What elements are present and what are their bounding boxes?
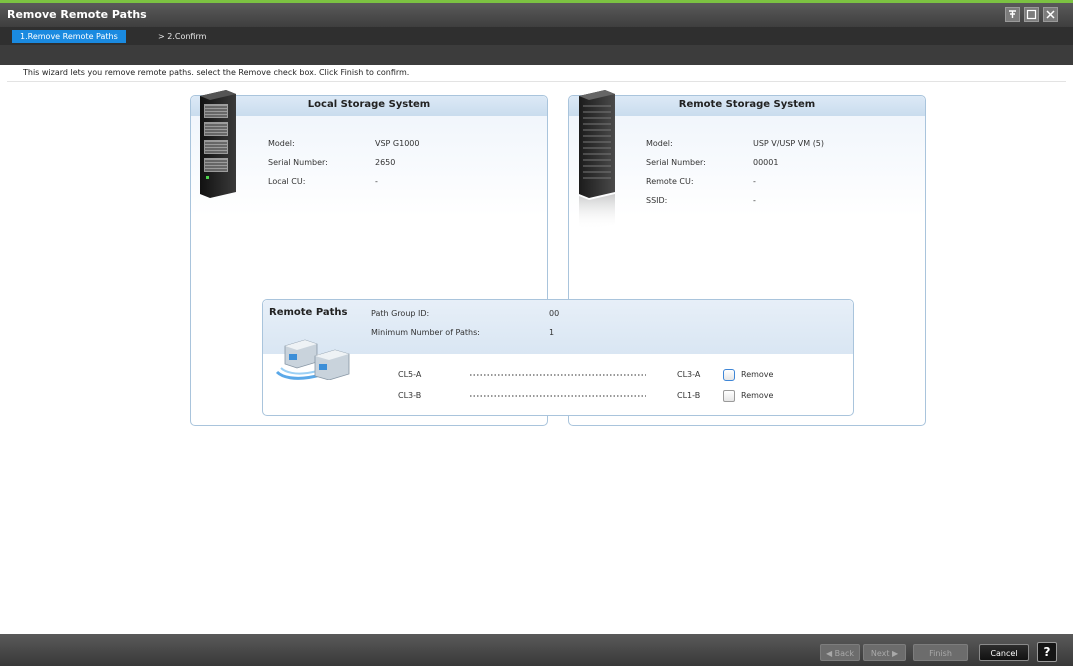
remote-paths-panel: Remote Paths Path Group ID: 00 Minimum N… bbox=[262, 299, 854, 416]
path-1-connector bbox=[470, 374, 646, 376]
maximize-icon[interactable] bbox=[1024, 7, 1039, 22]
remote-cu-value: - bbox=[753, 177, 756, 186]
local-storage-header: Local Storage System bbox=[191, 96, 547, 116]
step-confirm: > 2.Confirm bbox=[158, 32, 207, 41]
path-2-remove-label[interactable]: Remove bbox=[741, 391, 773, 400]
cancel-button[interactable]: Cancel bbox=[979, 644, 1029, 661]
local-model-label: Model: bbox=[268, 139, 295, 148]
step-remove-remote-paths: 1.Remove Remote Paths bbox=[12, 30, 126, 43]
local-storage-title: Local Storage System bbox=[307, 99, 431, 110]
remote-ssid-label: SSID: bbox=[646, 196, 668, 205]
remote-ssid-value: - bbox=[753, 196, 756, 205]
path-2-local-port: CL3-B bbox=[398, 391, 422, 400]
local-cu-value: - bbox=[375, 177, 378, 186]
local-serial-label: Serial Number: bbox=[268, 158, 328, 167]
wizard-steps: 1.Remove Remote Paths > 2.Confirm bbox=[0, 27, 1073, 45]
divider bbox=[7, 81, 1066, 82]
help-button[interactable]: ? bbox=[1037, 642, 1057, 662]
local-serial-value: 2650 bbox=[375, 158, 396, 167]
footer-bar: ◀ Back Next ▶ Finish Cancel ? bbox=[0, 634, 1073, 666]
path-1-remove-checkbox[interactable] bbox=[723, 369, 735, 381]
finish-button[interactable]: Finish bbox=[913, 644, 968, 661]
close-icon[interactable] bbox=[1043, 7, 1058, 22]
local-model-value: VSP G1000 bbox=[375, 139, 420, 148]
path-1-remote-port: CL3-A bbox=[677, 370, 701, 379]
min-paths-value: 1 bbox=[549, 328, 555, 337]
remote-model-value: USP V/USP VM (5) bbox=[753, 139, 825, 148]
path-2-remove-checkbox[interactable] bbox=[723, 390, 735, 402]
remote-model-label: Model: bbox=[646, 139, 673, 148]
remote-paths-title: Remote Paths bbox=[269, 307, 348, 318]
next-button[interactable]: Next ▶ bbox=[863, 644, 906, 661]
remote-serial-label: Serial Number: bbox=[646, 158, 706, 167]
min-paths-label: Minimum Number of Paths: bbox=[371, 328, 480, 337]
title-bar: Remove Remote Paths bbox=[0, 3, 1073, 27]
back-button[interactable]: ◀ Back bbox=[820, 644, 860, 661]
remote-cu-label: Remote CU: bbox=[646, 177, 694, 186]
path-2-remote-port: CL1-B bbox=[677, 391, 701, 400]
path-group-id-label: Path Group ID: bbox=[371, 309, 430, 318]
remote-serial-value: 00001 bbox=[753, 158, 779, 167]
connected-servers-icon bbox=[275, 339, 350, 380]
window-title: Remove Remote Paths bbox=[7, 8, 147, 21]
storage-server-icon bbox=[579, 90, 615, 230]
pin-icon[interactable] bbox=[1005, 7, 1020, 22]
storage-rack-icon bbox=[200, 90, 236, 198]
remote-storage-title: Remote Storage System bbox=[678, 99, 816, 110]
path-2-connector bbox=[470, 395, 646, 397]
path-1-remove-label[interactable]: Remove bbox=[741, 370, 773, 379]
wizard-instruction: This wizard lets you remove remote paths… bbox=[23, 68, 410, 77]
path-group-id-value: 00 bbox=[549, 309, 560, 318]
remote-storage-header: Remote Storage System bbox=[569, 96, 925, 116]
path-1-local-port: CL5-A bbox=[398, 370, 422, 379]
header-band bbox=[0, 45, 1073, 65]
local-cu-label: Local CU: bbox=[268, 177, 306, 186]
